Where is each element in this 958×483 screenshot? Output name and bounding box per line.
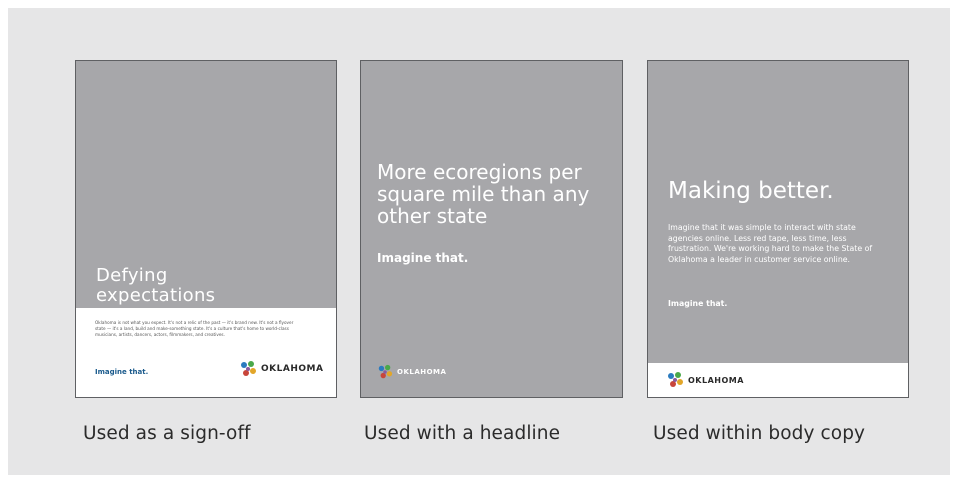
card-headline-usage: More ecoregions per square mile than any… xyxy=(360,60,623,398)
card-body-copy: Oklahoma is not what you expect. It's no… xyxy=(95,320,294,337)
logo-wordmark: OKLAHOMA xyxy=(261,364,324,374)
logo-wordmark: OKLAHOMA xyxy=(688,375,744,385)
card-footer: Oklahoma is not what you expect. It's no… xyxy=(76,308,336,397)
card-headline: Making better. xyxy=(668,178,834,204)
oklahoma-logo: OKLAHOMA xyxy=(377,364,446,380)
card-footer: OKLAHOMA xyxy=(648,363,908,397)
card-tagline: Imagine that. xyxy=(377,251,469,265)
oklahoma-logo: OKLAHOMA xyxy=(239,360,323,378)
logo-wordmark: OKLAHOMA xyxy=(397,368,447,376)
card-tagline: Imagine that. xyxy=(95,368,149,376)
card-body-copy-usage: Making better. Imagine that it was simpl… xyxy=(647,60,909,398)
caption-body-copy: Used within body copy xyxy=(653,423,866,444)
oklahoma-logo-icon xyxy=(378,364,393,379)
card-headline: Defying expectations xyxy=(96,265,216,306)
card-sign-off: Defying expectations Oklahoma is not wha… xyxy=(75,60,337,398)
card-tagline: Imagine that. xyxy=(668,299,728,308)
oklahoma-logo: OKLAHOMA xyxy=(666,371,744,389)
card-body-copy: Imagine that it was simple to interact w… xyxy=(668,223,873,264)
caption-headline: Used with a headline xyxy=(364,423,561,444)
oklahoma-logo-icon xyxy=(668,372,683,387)
oklahoma-logo-icon xyxy=(241,361,256,376)
examples-panel: Defying expectations Oklahoma is not wha… xyxy=(8,8,950,475)
caption-sign-off: Used as a sign-off xyxy=(83,423,251,444)
card-headline: More ecoregions per square mile than any… xyxy=(377,160,590,228)
